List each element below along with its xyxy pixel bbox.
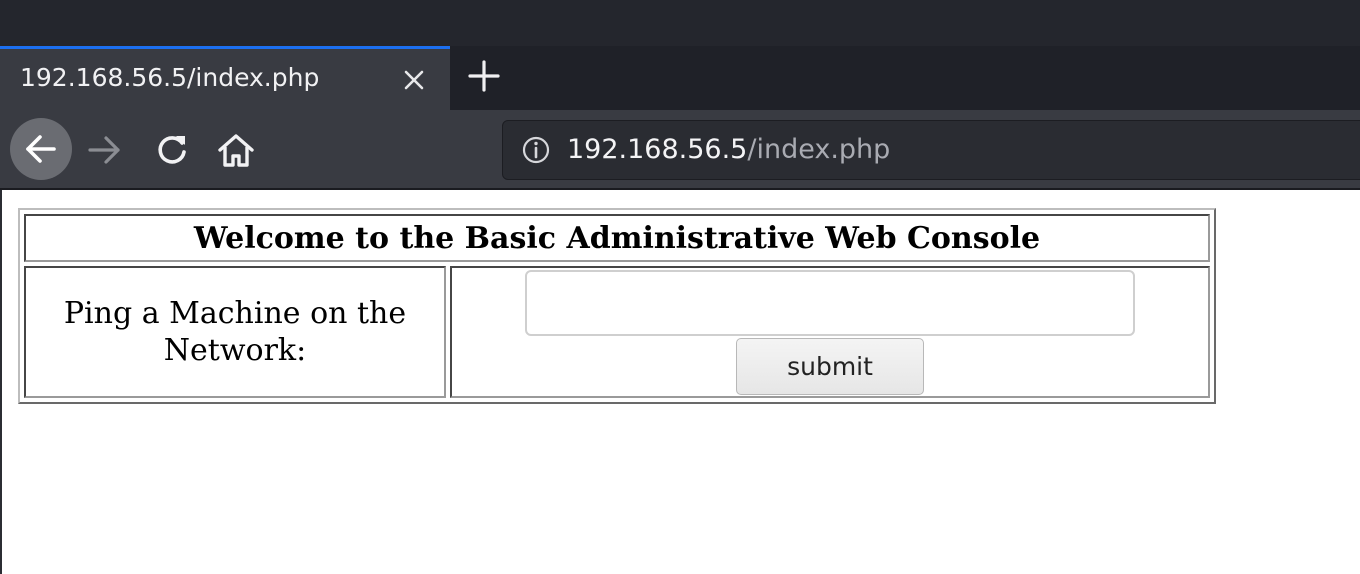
site-info-icon[interactable] <box>521 135 551 165</box>
tab-strip: 192.168.56.5/index.php <box>0 46 1360 110</box>
url-text: 192.168.56.5/index.php <box>567 134 890 165</box>
submit-button[interactable]: submit <box>736 337 924 395</box>
forward-button[interactable] <box>84 130 124 170</box>
reload-button[interactable] <box>152 130 192 170</box>
address-bar[interactable]: 192.168.56.5/index.php <box>502 120 1360 180</box>
close-tab-icon[interactable] <box>400 66 428 94</box>
forward-arrow-icon <box>88 136 120 164</box>
url-host: 192.168.56.5 <box>567 134 748 165</box>
navigation-toolbar: 192.168.56.5/index.php <box>0 110 1360 190</box>
reload-icon <box>158 136 186 164</box>
tab-active[interactable]: 192.168.56.5/index.php <box>0 46 450 110</box>
tab-title: 192.168.56.5/index.php <box>20 63 320 92</box>
ping-address-input[interactable] <box>525 269 1135 336</box>
page-title: Welcome to the Basic Administrative Web … <box>24 214 1210 262</box>
console-table: Welcome to the Basic Administrative Web … <box>18 208 1216 404</box>
home-button[interactable] <box>214 130 258 170</box>
url-path: /index.php <box>747 134 891 165</box>
ping-form: submit <box>450 266 1210 398</box>
back-arrow-icon <box>26 135 56 163</box>
title-bar <box>0 0 1360 46</box>
back-button[interactable] <box>10 118 72 180</box>
ping-label: Ping a Machine on the Network: <box>24 266 446 398</box>
browser-window: 192.168.56.5/index.php 192.168.56.5/inde… <box>0 0 1360 574</box>
home-icon <box>218 134 254 167</box>
new-tab-icon[interactable] <box>466 58 502 94</box>
page-content: Welcome to the Basic Administrative Web … <box>0 190 1360 574</box>
